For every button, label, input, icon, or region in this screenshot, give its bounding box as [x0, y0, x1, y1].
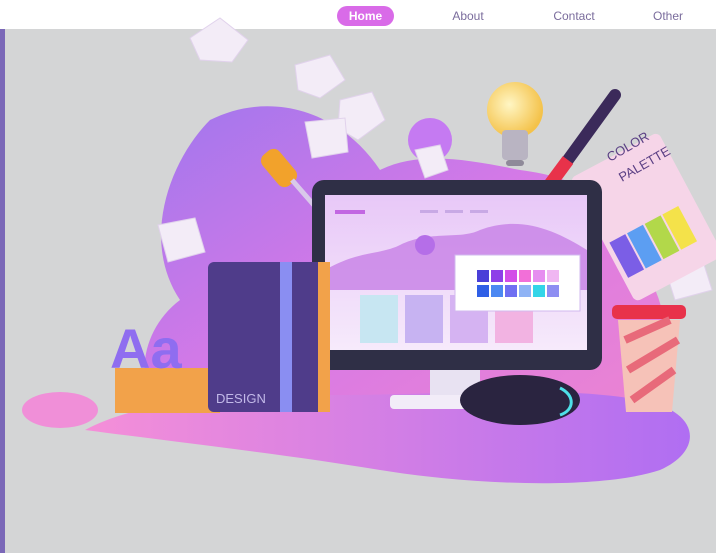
notebook-label: DESIGN: [216, 391, 266, 406]
design-illustration: COLOR PALETTE Aa DESIGN: [22, 17, 716, 484]
design-notebook: DESIGN: [208, 262, 330, 412]
lightbulb-icon: [487, 82, 543, 166]
letters-aa: Aa: [110, 317, 182, 380]
computer-mouse: [460, 375, 580, 425]
small-blob: [22, 392, 98, 428]
